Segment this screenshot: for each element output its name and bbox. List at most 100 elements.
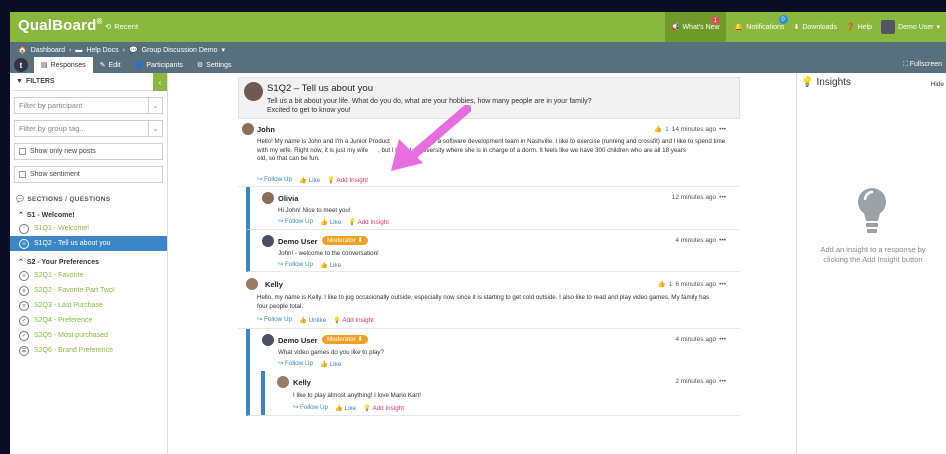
show-sentiment-checkbox[interactable]: Show sentiment <box>14 166 163 183</box>
question-title: S1Q2 – Tell us about you <box>267 83 373 94</box>
expand-icon: ⛶ <box>902 61 908 68</box>
like-button[interactable]: 👍 Like <box>335 404 356 412</box>
like-button[interactable]: 👍 Like <box>320 261 341 269</box>
user-name: Demo User <box>898 23 934 31</box>
lightbulb-icon: 💡 <box>801 77 814 88</box>
moderator-label: Moderator <box>327 237 356 244</box>
breadcrumb-help-docs[interactable]: Help Docs <box>86 47 118 54</box>
question-s2q5[interactable]: ✓ S2Q5 - Most purchased <box>10 328 167 343</box>
caret-down-icon: ▾ <box>936 24 940 31</box>
question-s2q3[interactable]: ≡ S2Q3 - Last Purchase <box>10 298 167 313</box>
home-icon: 🏠 <box>18 47 27 54</box>
filter-icon: ▼ <box>16 78 23 85</box>
reply-demo-user: Demo User Moderator ⬇ 4 minutes ago ••• … <box>246 329 740 416</box>
unlike-button[interactable]: 👍 Unlike <box>299 316 326 324</box>
help-button[interactable]: ❓ Help <box>846 23 872 32</box>
follow-up-button[interactable]: ↪ Follow Up <box>257 176 292 184</box>
author-name: John <box>257 125 275 134</box>
thumbs-up-icon: 👍 <box>654 126 663 133</box>
tab-responses[interactable]: ▤ Responses <box>34 57 93 73</box>
collapse-sidebar-button[interactable]: ‹ <box>153 73 167 91</box>
more-options-button[interactable]: ••• <box>719 194 726 201</box>
post-meta: 12 minutes ago ••• <box>672 194 726 201</box>
more-options-button[interactable]: ••• <box>719 126 726 133</box>
sub-bar: 🏠 Dashboard › ▬ Help Docs › 💬 Group Disc… <box>10 42 946 73</box>
breadcrumb-discussion[interactable]: Group Discussion Demo <box>142 47 218 54</box>
post-text-part: old, so that can be fun. <box>257 155 320 162</box>
post-actions: ↪ Follow Up 👍 Like 💡 Add Insight <box>278 218 389 226</box>
post-meta: 2 minutes ago ••• <box>675 378 726 385</box>
question-description: Tell us a bit about your life. What do y… <box>267 97 727 115</box>
more-options-button[interactable]: ••• <box>719 281 726 288</box>
insights-panel: 💡 Insights Hide Add an insight to a resp… <box>796 73 946 454</box>
follow-up-button[interactable]: ↪ Follow Up <box>257 316 292 324</box>
post-text: Hello! My name is John and I'm a Junior … <box>257 138 735 164</box>
like-button[interactable]: 👍 Like <box>320 360 341 368</box>
whats-new-button[interactable]: 📢 What's New 1 <box>664 12 726 42</box>
like-button[interactable]: 👍 Like <box>299 176 320 184</box>
logo[interactable]: QualBoard® <box>18 17 103 34</box>
add-insight-button[interactable]: 💡 Add Insight <box>333 316 374 324</box>
downloads-button[interactable]: ⬇ Downloads <box>793 23 837 32</box>
post-text: Hi John! Nice to meet you! <box>278 207 351 214</box>
like-label: Like <box>329 262 342 269</box>
user-icon: 👤 <box>134 62 144 69</box>
tab-settings-label: Settings <box>206 61 232 69</box>
hide-insights-button[interactable]: Hide <box>931 81 944 88</box>
chevron-right-icon: › <box>68 46 72 54</box>
question-s2q2[interactable]: ≡ S2Q2 - Favorite Part Two! <box>10 283 167 298</box>
like-button[interactable]: 👍 Like <box>320 218 341 226</box>
group-tag-filter-select[interactable]: Filter by group tag... ⌄ <box>14 120 163 137</box>
chevron-down-icon: ⌄ <box>148 121 162 136</box>
insights-empty-message: Add an insight to a response by clicking… <box>803 245 943 265</box>
add-insight-label: Add Insight <box>342 317 374 324</box>
show-new-posts-checkbox[interactable]: Show only new posts <box>14 143 163 160</box>
add-insight-button[interactable]: 💡 Add Insight <box>327 176 368 184</box>
recent-link[interactable]: ⟲ Recent <box>105 22 138 31</box>
follow-up-button[interactable]: ↪ Follow Up <box>293 404 328 412</box>
avatar <box>262 235 274 247</box>
lightbulb-icon <box>858 188 886 233</box>
user-menu[interactable]: Demo User ▾ <box>881 20 940 34</box>
tab-settings[interactable]: ⚙ Settings <box>190 57 239 73</box>
question-s2q6[interactable]: ☰ S2Q6 - Brand Preference <box>10 343 167 358</box>
follow-up-button[interactable]: ↪ Follow Up <box>278 261 313 269</box>
text-question-icon: ≡ <box>19 270 29 281</box>
download-icon: ⬇ <box>793 24 800 31</box>
section-s2[interactable]: ⌃ S2 - Your Preferences <box>10 256 167 268</box>
avatar <box>246 278 258 290</box>
more-options-button[interactable]: ••• <box>719 336 726 343</box>
question-s2q4[interactable]: ✓ S2Q4 - Preference <box>10 313 167 328</box>
add-insight-button[interactable]: 💡 Add Insight <box>348 218 389 226</box>
tab-participants[interactable]: 👤 Participants <box>128 57 190 73</box>
breadcrumb-dashboard[interactable]: Dashboard <box>31 47 65 54</box>
question-s2q1[interactable]: ≡ S2Q1 - Favorite <box>10 268 167 283</box>
post-text: I like to play almost anything! I love M… <box>293 392 421 399</box>
timestamp: 6 minutes ago <box>675 280 717 288</box>
like-label: Like <box>308 177 321 184</box>
follow-up-label: Follow Up <box>285 360 314 367</box>
author-name: Kelly <box>265 280 283 289</box>
section-s1[interactable]: ⌃ S1 - Welcome! <box>10 209 167 221</box>
question-s1q2[interactable]: ≡ S1Q2 - Tell us about you <box>10 236 167 251</box>
more-options-button[interactable]: ••• <box>719 237 726 244</box>
question-s1q1[interactable]: ! S1Q1 - Welcome! <box>10 221 167 236</box>
add-insight-button[interactable]: 💡 Add Insight <box>363 404 404 412</box>
tab-edit[interactable]: ✎ Edit <box>93 57 128 73</box>
participant-filter-select[interactable]: Filter by participant ⌄ <box>14 97 163 114</box>
checkbox-box[interactable] <box>19 148 26 155</box>
follow-up-button[interactable]: ↪ Follow Up <box>278 360 313 368</box>
fullscreen-button[interactable]: ⛶ Fullscreen <box>903 61 942 69</box>
checkbox-box[interactable] <box>19 171 26 178</box>
list-icon: ▤ <box>41 62 48 69</box>
responses-panel: S1Q2 – Tell us about you Tell us a bit a… <box>168 73 796 454</box>
notifications-button[interactable]: 🔔 Notifications 0 <box>735 15 788 31</box>
follow-up-button[interactable]: ↪ Follow Up <box>278 218 313 226</box>
tab-responses-label: Responses <box>50 61 86 69</box>
more-options-button[interactable]: ••• <box>719 378 726 385</box>
insights-empty-line-2: clicking the Add Insight button <box>823 255 923 264</box>
question-line-2: Excited to get to know you! <box>267 107 351 114</box>
gear-icon: ⚙ <box>196 62 204 69</box>
moderator-badge: Moderator ⬇ <box>322 236 368 245</box>
post-text-part: Hello! My name is John and I'm a Junior … <box>257 138 390 145</box>
